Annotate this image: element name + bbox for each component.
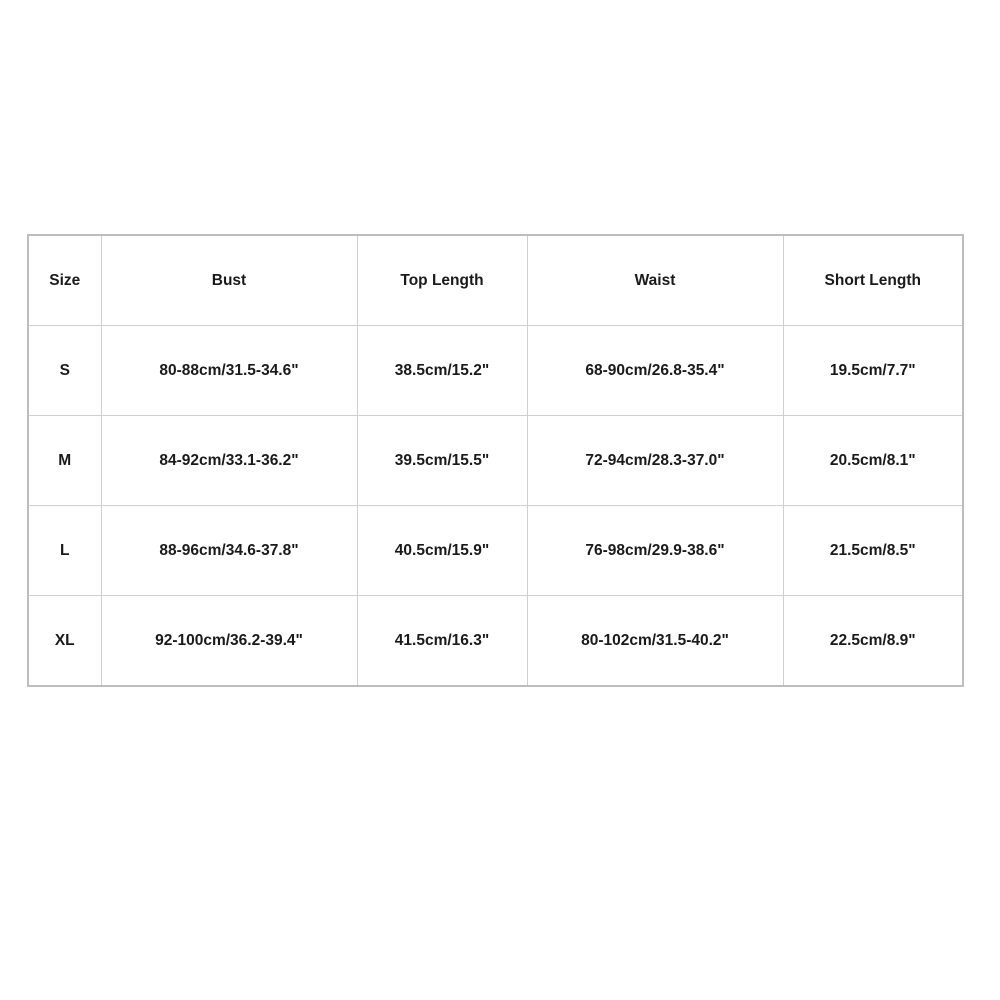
cell-short-length: 20.5cm/8.1" xyxy=(782,415,964,506)
cell-top-length: 38.5cm/15.2" xyxy=(356,325,528,416)
cell-size: L xyxy=(27,505,102,596)
cell-top-length: 41.5cm/16.3" xyxy=(356,595,528,687)
cell-waist: 76-98cm/29.9-38.6" xyxy=(526,505,784,596)
cell-size: M xyxy=(27,415,102,506)
cell-bust: 84-92cm/33.1-36.2" xyxy=(100,415,358,506)
cell-bust: 92-100cm/36.2-39.4" xyxy=(100,595,358,687)
cell-short-length: 21.5cm/8.5" xyxy=(782,505,964,596)
table-row: XL 92-100cm/36.2-39.4" 41.5cm/16.3" 80-102c… xyxy=(27,595,964,687)
table-row: L 88-96cm/34.6-37.8" 40.5cm/15.9" 76-98cm/2… xyxy=(27,505,964,596)
cell-waist: 80-102cm/31.5-40.2" xyxy=(526,595,784,687)
header-bust: Bust xyxy=(100,234,358,326)
header-waist: Waist xyxy=(526,234,784,326)
cell-size: XL xyxy=(27,595,102,687)
table-row: M 84-92cm/33.1-36.2" 39.5cm/15.5" 72-94cm/2… xyxy=(27,415,964,506)
cell-size: S xyxy=(27,325,102,416)
header-short-length: Short Length xyxy=(782,234,964,326)
size-chart-table: Size Bust Top Length Waist Short Length … xyxy=(27,234,964,687)
header-size: Size xyxy=(27,234,102,326)
header-row: Size Bust Top Length Waist Short Length xyxy=(27,234,964,326)
table-row: S 80-88cm/31.5-34.6" 38.5cm/15.2" 68-90cm/2… xyxy=(27,325,964,416)
cell-top-length: 40.5cm/15.9" xyxy=(356,505,528,596)
header-top-length: Top Length xyxy=(356,234,528,326)
cell-bust: 88-96cm/34.6-37.8" xyxy=(100,505,358,596)
cell-short-length: 22.5cm/8.9" xyxy=(782,595,964,687)
cell-waist: 72-94cm/28.3-37.0" xyxy=(526,415,784,506)
cell-bust: 80-88cm/31.5-34.6" xyxy=(100,325,358,416)
cell-top-length: 39.5cm/15.5" xyxy=(356,415,528,506)
cell-waist: 68-90cm/26.8-35.4" xyxy=(526,325,784,416)
cell-short-length: 19.5cm/7.7" xyxy=(782,325,964,416)
